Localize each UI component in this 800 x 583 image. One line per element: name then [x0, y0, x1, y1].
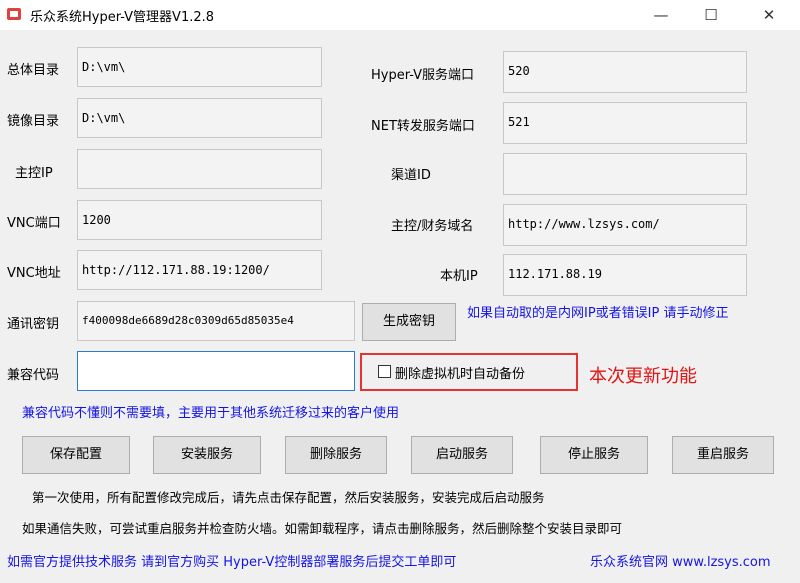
vnc-port-input[interactable]: 1200 [77, 200, 322, 240]
generate-key-button[interactable]: 生成密钥 [362, 303, 456, 341]
net-port-input[interactable]: 521 [503, 102, 747, 144]
domain-input[interactable]: http://www.lzsys.com/ [503, 204, 747, 246]
close-button[interactable]: ✕ [746, 0, 792, 30]
net-port-label: NET转发服务端口 [371, 119, 475, 134]
compat-hint-text: 兼容代码不懂则不需要填，主要用于其他系统迁移过来的客户使用 [22, 406, 400, 421]
save-config-button[interactable]: 保存配置 [22, 436, 130, 474]
backup-checkbox[interactable] [378, 365, 391, 378]
backup-checkbox-label[interactable]: 删除虚拟机时自动备份 [395, 363, 525, 382]
vnc-addr-input[interactable]: http://112.171.88.19:1200/ [77, 250, 322, 290]
vnc-addr-label: VNC地址 [7, 266, 61, 281]
usage-note-2: 如果通信失败，可尝试重启服务并检查防火墙。如需卸载程序，请点击删除服务，然后删除… [22, 521, 623, 536]
restart-service-button[interactable]: 重启服务 [672, 436, 774, 474]
start-service-button[interactable]: 启动服务 [411, 436, 513, 474]
compat-code-input[interactable] [77, 351, 355, 391]
image-dir-label: 镜像目录 [7, 114, 60, 129]
comm-key-input[interactable]: f400098de6689d28c0309d65d85035e4 [77, 301, 355, 341]
delete-service-button[interactable]: 删除服务 [285, 436, 387, 474]
window-title: 乐众系统Hyper-V管理器V1.2.8 [30, 10, 215, 25]
vnc-port-label: VNC端口 [7, 216, 61, 231]
stop-service-button[interactable]: 停止服务 [540, 436, 648, 474]
master-ip-input[interactable] [77, 149, 322, 189]
hyperv-port-label: Hyper-V服务端口 [371, 68, 475, 83]
usage-note-1: 第一次使用，所有配置修改完成后，请先点击保存配置，然后安装服务，安装完成后启动服… [32, 490, 545, 505]
app-icon [7, 8, 21, 20]
local-ip-input[interactable]: 112.171.88.19 [503, 254, 747, 296]
channel-id-label: 渠道ID [391, 168, 431, 183]
local-ip-label: 本机IP [440, 269, 478, 284]
master-ip-label: 主控IP [15, 166, 53, 181]
domain-label: 主控/财务域名 [391, 219, 474, 234]
ip-hint-text: 如果自动取的是内网IP或者错误IP 请手动修正 [467, 306, 729, 321]
compat-code-label: 兼容代码 [7, 368, 60, 383]
install-service-button[interactable]: 安装服务 [153, 436, 261, 474]
support-link[interactable]: 如需官方提供技术服务 请到官方购买 Hyper-V控制器部署服务后提交工单即可 [7, 551, 456, 570]
root-dir-label: 总体目录 [7, 63, 60, 78]
root-dir-input[interactable]: D:\vm\ [77, 47, 322, 87]
app-window: 乐众系统Hyper-V管理器V1.2.8 — ☐ ✕ 总体目录 D:\vm\ 镜… [0, 0, 800, 583]
comm-key-label: 通讯密钥 [7, 317, 60, 332]
maximize-button[interactable]: ☐ [688, 0, 734, 30]
channel-id-input[interactable] [503, 153, 747, 195]
title-bar: 乐众系统Hyper-V管理器V1.2.8 — ☐ ✕ [0, 0, 800, 30]
new-feature-label: 本次更新功能 [589, 366, 697, 387]
image-dir-input[interactable]: D:\vm\ [77, 98, 322, 138]
hyperv-port-input[interactable]: 520 [503, 51, 747, 93]
official-site-link[interactable]: 乐众系统官网 www.lzsys.com [590, 551, 771, 570]
minimize-button[interactable]: — [638, 0, 684, 30]
